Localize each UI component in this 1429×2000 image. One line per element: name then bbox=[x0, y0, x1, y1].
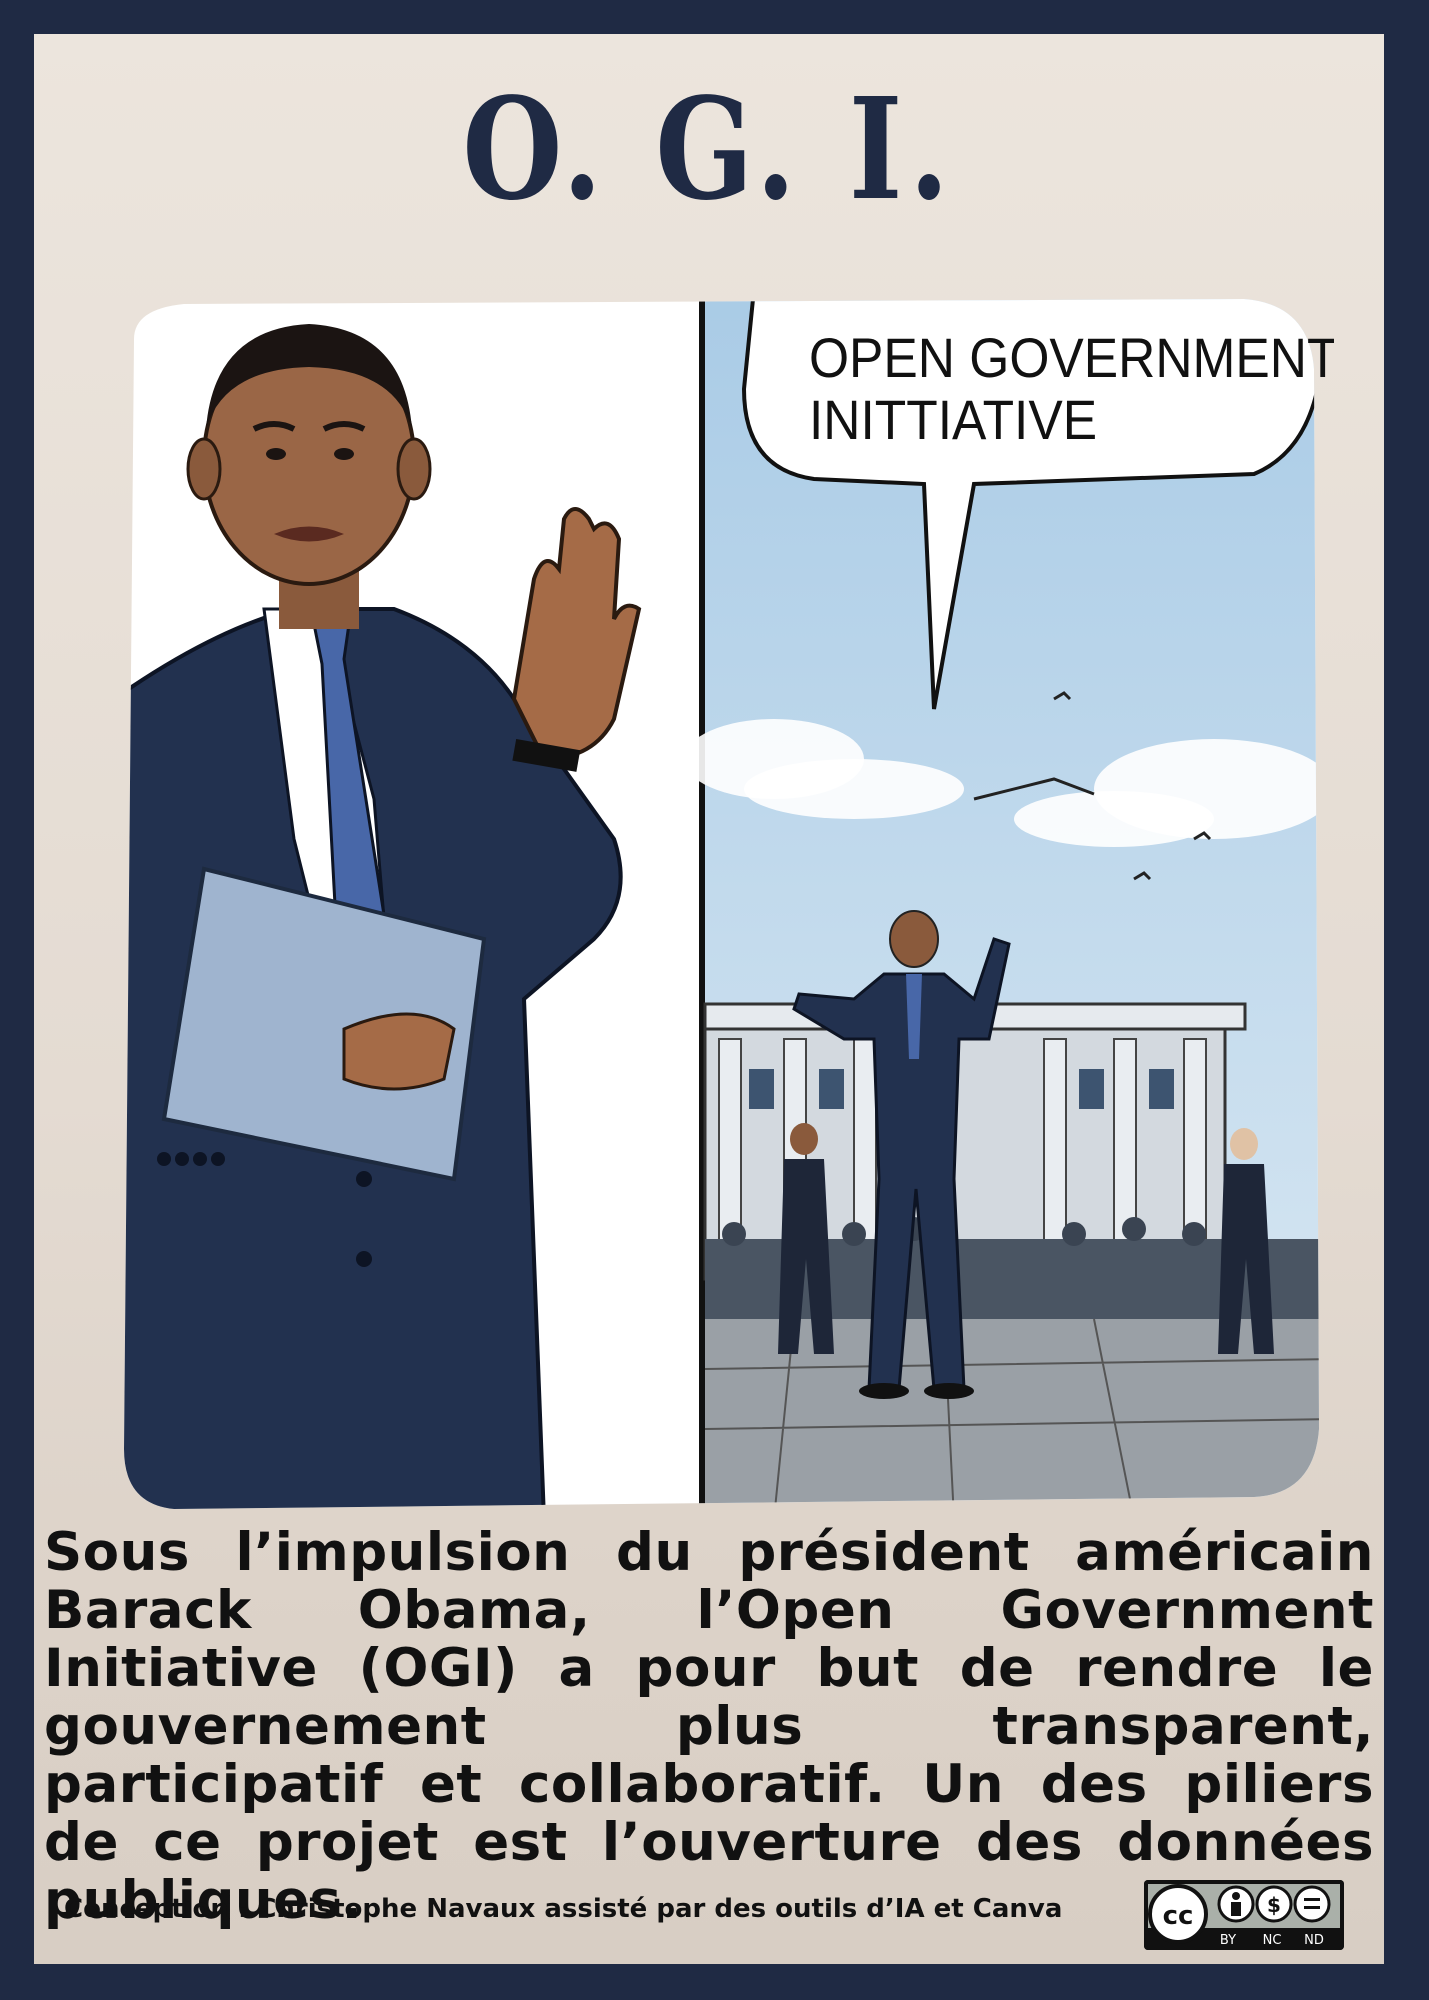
svg-text:$: $ bbox=[1267, 1893, 1281, 1917]
speech-bubble-line-2: INITTIATIVE bbox=[809, 389, 1097, 451]
cc-label: cc bbox=[1163, 1901, 1194, 1931]
caption-text: Sous l’impulsion du président américain … bbox=[44, 1522, 1374, 1931]
comic-illustration: OPEN GOVERNMENT INITTIATIVE bbox=[124, 299, 1334, 1509]
nd-label: ND bbox=[1304, 1933, 1324, 1948]
nc-label: NC bbox=[1263, 1933, 1282, 1948]
poster-card: O. G. I. OPEN GOVERNMENT INITTIATIVE Sou… bbox=[34, 34, 1384, 1964]
cc-license-badge: cc $ BY NC ND bbox=[1144, 1880, 1344, 1950]
poster-title: O. G. I. bbox=[462, 68, 956, 232]
right-panel-scene bbox=[684, 299, 1319, 1509]
speech-bubble-line-1: OPEN GOVERNMENT bbox=[809, 327, 1334, 389]
nd-icon bbox=[1293, 1885, 1331, 1923]
credit-text: Conception : Christophe Navaux assisté p… bbox=[64, 1894, 1063, 1924]
by-label: BY bbox=[1220, 1933, 1236, 1948]
